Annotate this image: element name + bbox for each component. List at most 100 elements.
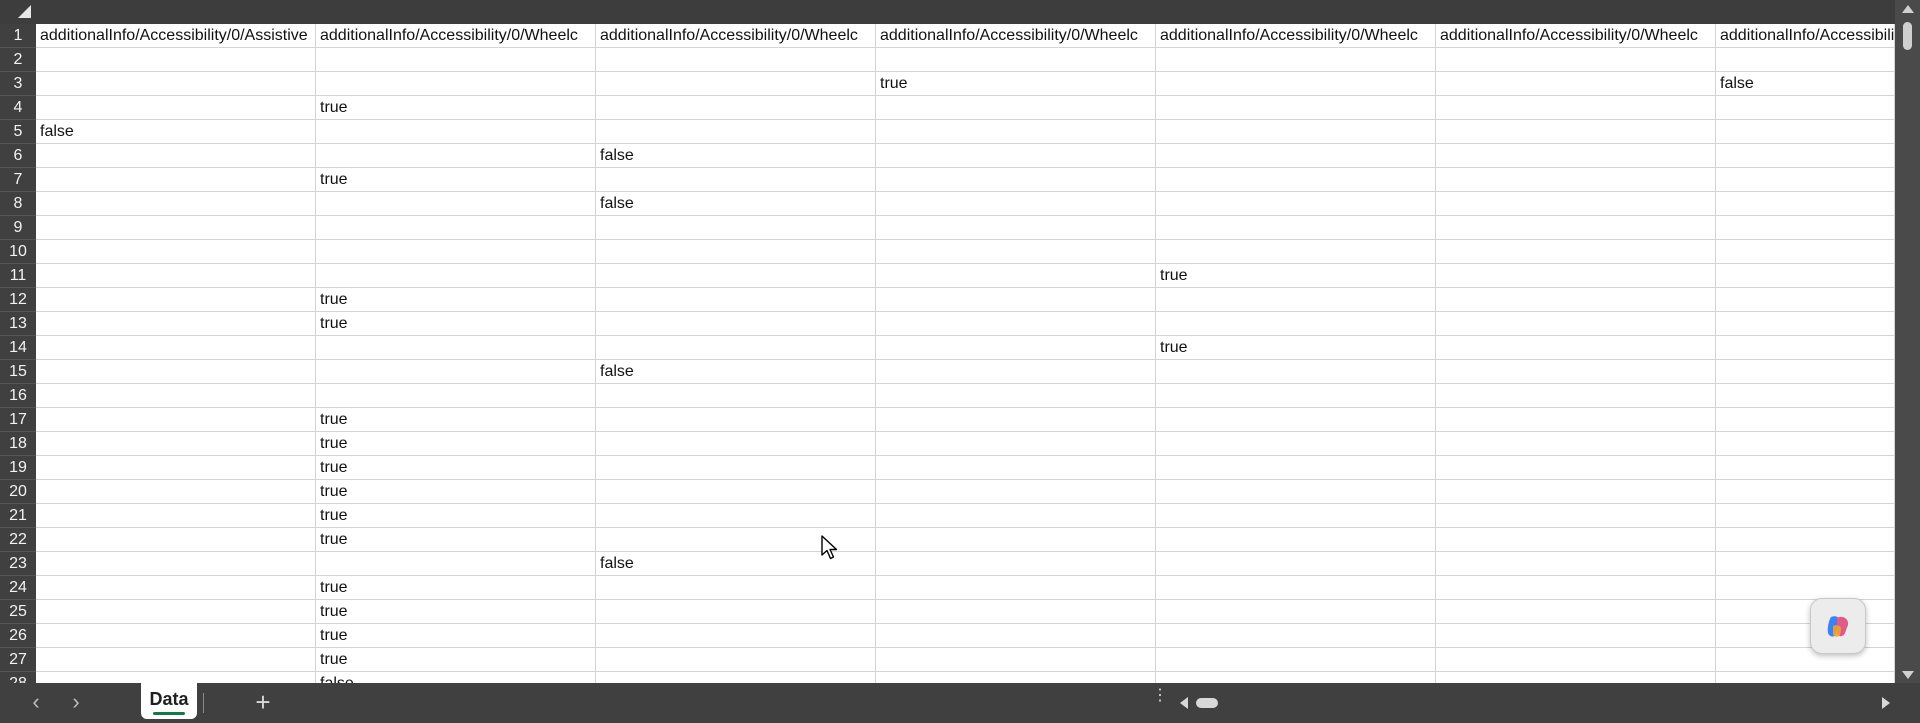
grid-cell[interactable] (876, 624, 1156, 648)
grid-cell[interactable] (1716, 192, 1895, 216)
grid-cell[interactable]: additionalInfo/Accessibility/0/Wheelc (876, 24, 1156, 48)
grid-cell[interactable] (36, 240, 316, 264)
grid-cell[interactable] (876, 168, 1156, 192)
grid-cell[interactable] (596, 96, 876, 120)
grid-cell[interactable] (36, 528, 316, 552)
grid-cell[interactable] (316, 360, 596, 384)
grid-cell[interactable] (1436, 528, 1716, 552)
grid-cell[interactable] (596, 240, 876, 264)
grid-cell[interactable] (1716, 432, 1895, 456)
grid-cell[interactable] (876, 600, 1156, 624)
grid-cell[interactable] (1436, 672, 1716, 683)
row-header[interactable]: 4 (0, 96, 36, 120)
grid-cell[interactable] (316, 384, 596, 408)
vertical-scrollbar[interactable] (1895, 0, 1920, 683)
grid-cell[interactable] (1436, 264, 1716, 288)
grid-cell[interactable] (1156, 288, 1436, 312)
grid-cell[interactable] (36, 600, 316, 624)
row-header[interactable]: 13 (0, 312, 36, 336)
horizontal-scroll-thumb[interactable] (1196, 698, 1218, 708)
grid-cell[interactable] (316, 240, 596, 264)
grid-cell[interactable] (1156, 144, 1436, 168)
row-header[interactable]: 27 (0, 648, 36, 672)
grid-cell[interactable]: true (1156, 336, 1436, 360)
grid-cell[interactable] (876, 192, 1156, 216)
grid-cell[interactable] (1436, 168, 1716, 192)
grid-cell[interactable]: false (1716, 72, 1895, 96)
grid-cell[interactable]: false (596, 192, 876, 216)
grid-cell[interactable] (1716, 624, 1895, 648)
grid-cell[interactable] (596, 288, 876, 312)
grid-cell[interactable] (876, 288, 1156, 312)
grid-cell[interactable] (596, 432, 876, 456)
grid-cell[interactable] (36, 96, 316, 120)
row-header[interactable]: 2 (0, 48, 36, 72)
grid-cell[interactable] (596, 480, 876, 504)
row-header[interactable]: 14 (0, 336, 36, 360)
grid-cell[interactable] (1436, 144, 1716, 168)
grid-cell[interactable] (596, 336, 876, 360)
grid-cell[interactable] (1156, 120, 1436, 144)
grid-cell[interactable] (316, 264, 596, 288)
grid-cell[interactable] (1156, 552, 1436, 576)
row-header[interactable]: 20 (0, 480, 36, 504)
grid-cell[interactable] (1436, 240, 1716, 264)
grid-cell[interactable]: true (876, 72, 1156, 96)
grid-cell[interactable] (1716, 96, 1895, 120)
grid-cell[interactable] (876, 264, 1156, 288)
grid-cell[interactable]: true (316, 624, 596, 648)
grid-cell[interactable] (596, 456, 876, 480)
grid-cell[interactable] (876, 432, 1156, 456)
grid-cell[interactable] (1436, 216, 1716, 240)
grid-cell[interactable] (596, 504, 876, 528)
grid-cell[interactable] (1716, 360, 1895, 384)
grid-cell[interactable] (596, 600, 876, 624)
grid-cell[interactable] (1716, 504, 1895, 528)
grid-cell[interactable] (316, 72, 596, 96)
grid-cell[interactable]: additionalInfo/Accessibili (1716, 24, 1895, 48)
copilot-button[interactable] (1810, 598, 1866, 654)
grid-cell[interactable] (36, 576, 316, 600)
grid-cell[interactable]: true (316, 96, 596, 120)
grid-cell[interactable] (876, 120, 1156, 144)
grid-cell[interactable] (1156, 384, 1436, 408)
grid-cell[interactable] (316, 552, 596, 576)
horizontal-scrollbar-track[interactable] (1192, 694, 1880, 712)
row-header[interactable]: 21 (0, 504, 36, 528)
grid-cell[interactable]: true (316, 168, 596, 192)
grid-cell[interactable]: true (316, 576, 596, 600)
grid-cell[interactable] (1716, 312, 1895, 336)
grid-cell[interactable] (876, 456, 1156, 480)
grid-cell[interactable] (596, 576, 876, 600)
grid-cell[interactable] (316, 216, 596, 240)
grid-cell[interactable] (596, 312, 876, 336)
grid-cell[interactable] (316, 144, 596, 168)
grid-cell[interactable] (1436, 96, 1716, 120)
grid-cell[interactable] (876, 144, 1156, 168)
grid-cell[interactable]: true (316, 480, 596, 504)
grid-cell[interactable] (1156, 576, 1436, 600)
grid-cell[interactable]: true (316, 312, 596, 336)
row-header[interactable]: 8 (0, 192, 36, 216)
grid-cell[interactable] (1436, 336, 1716, 360)
grid-cell[interactable] (596, 648, 876, 672)
grid-cell[interactable] (596, 216, 876, 240)
grid-cell[interactable] (1156, 312, 1436, 336)
grid-cell[interactable] (876, 96, 1156, 120)
grid-cell[interactable] (1156, 672, 1436, 683)
grid-cell[interactable] (1156, 48, 1436, 72)
grid-cell[interactable] (876, 528, 1156, 552)
grid-cell[interactable] (1436, 48, 1716, 72)
grid-cell[interactable] (1716, 408, 1895, 432)
grid-cell[interactable] (1436, 432, 1716, 456)
grid-cell[interactable] (876, 360, 1156, 384)
grid-cell[interactable] (36, 288, 316, 312)
grid-cell[interactable]: true (316, 432, 596, 456)
grid-cell[interactable]: true (316, 504, 596, 528)
grid-cell[interactable] (36, 456, 316, 480)
grid-cell[interactable] (1436, 360, 1716, 384)
grid-cell[interactable] (1716, 168, 1895, 192)
row-header[interactable]: 18 (0, 432, 36, 456)
grid-cell[interactable] (876, 648, 1156, 672)
grid-cell[interactable] (1156, 600, 1436, 624)
